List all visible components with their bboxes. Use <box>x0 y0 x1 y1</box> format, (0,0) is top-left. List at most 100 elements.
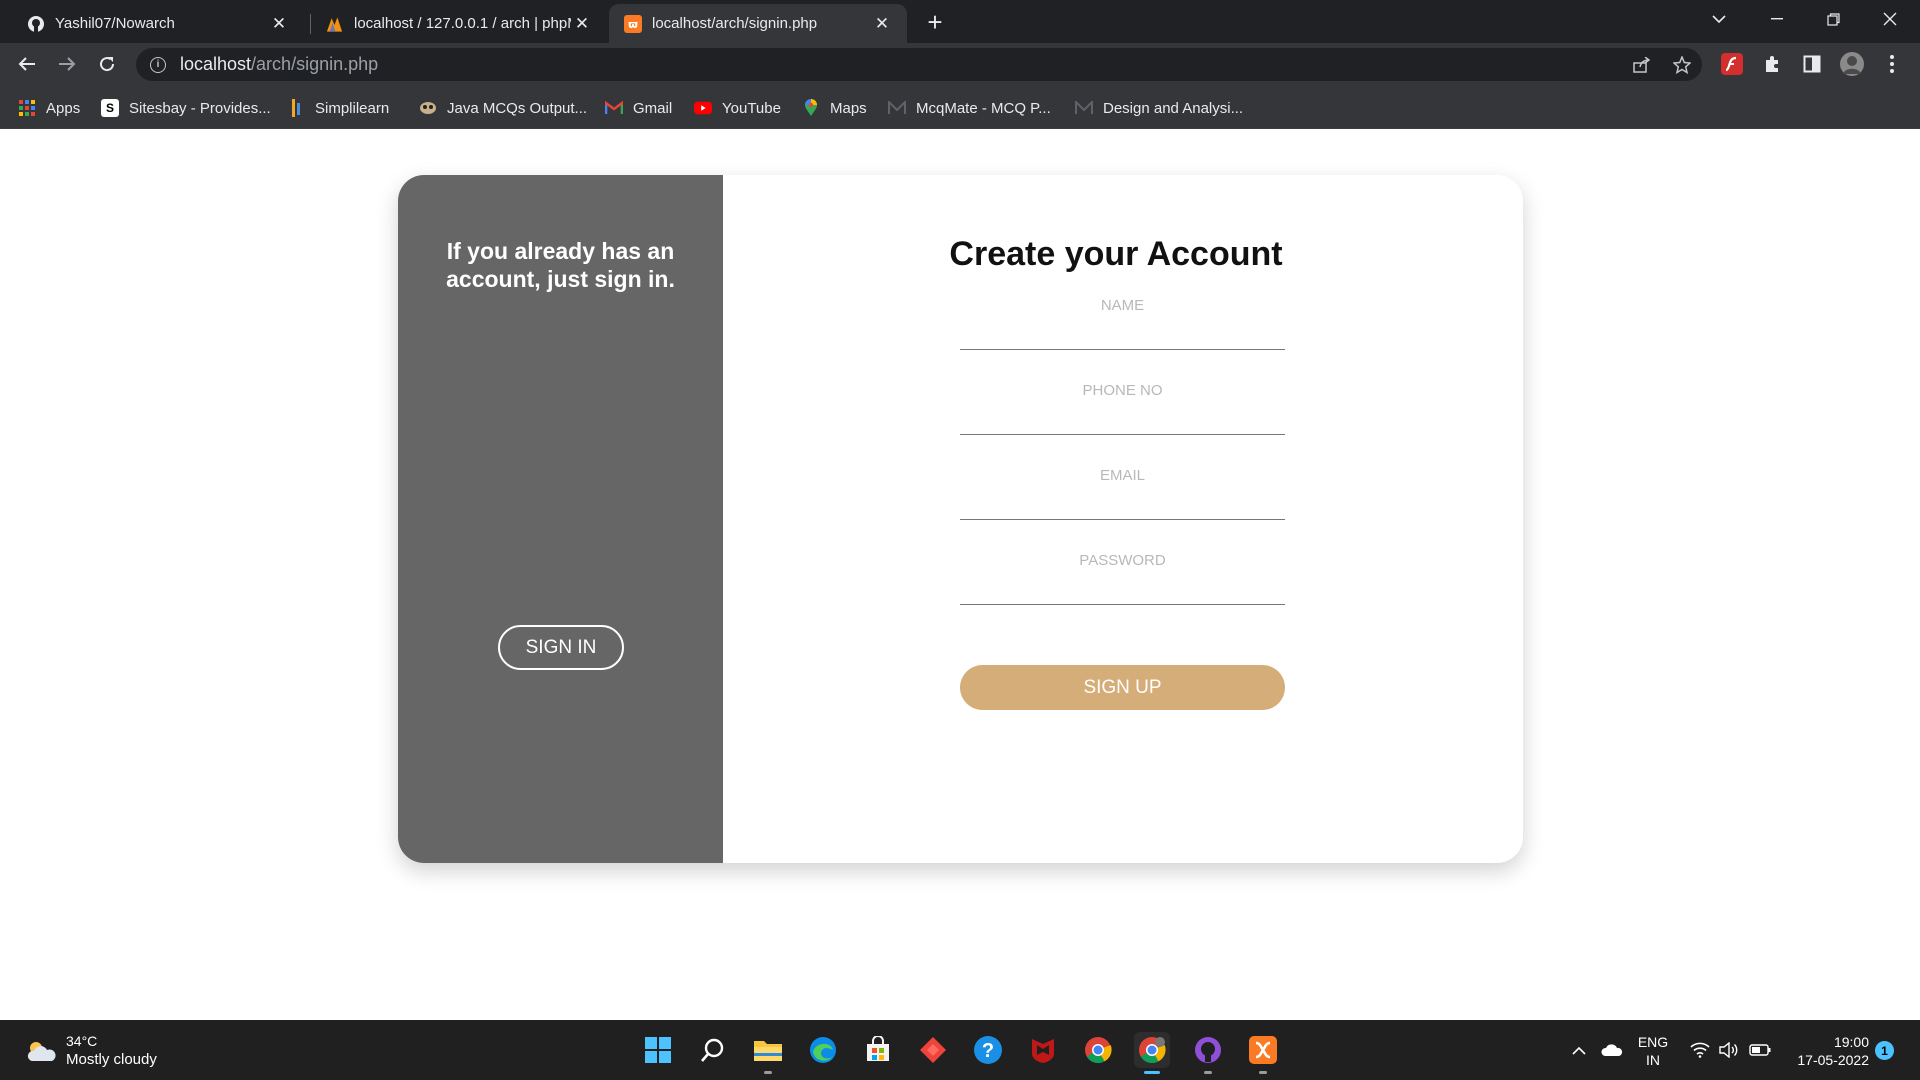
language-indicator[interactable]: ENG IN <box>1636 1033 1670 1069</box>
tab-phpmyadmin[interactable]: localhost / 127.0.0.1 / arch | phpM ✕ <box>311 4 607 43</box>
flash-extension-icon[interactable] <box>1719 51 1745 77</box>
phone-field[interactable] <box>960 377 1285 435</box>
bookmark-maps[interactable]: Maps <box>802 97 867 119</box>
running-indicator <box>764 1071 772 1074</box>
forward-arrow-icon[interactable] <box>52 49 82 79</box>
signup-button[interactable]: SIGN UP <box>960 665 1285 710</box>
phone-input[interactable] <box>960 377 1285 434</box>
cloud-sun-icon <box>26 1039 56 1063</box>
apps-grid-icon <box>18 99 36 117</box>
xampp-icon[interactable] <box>1245 1032 1281 1074</box>
mcqmate-icon <box>1075 99 1093 117</box>
bookmark-youtube[interactable]: YouTube <box>694 97 781 119</box>
signin-button[interactable]: SIGN IN <box>498 625 624 670</box>
bookmark-label: Java MCQs Output... <box>447 99 588 117</box>
name-input[interactable] <box>960 292 1285 349</box>
bookmark-star-icon[interactable] <box>1667 48 1697 81</box>
weather-widget[interactable]: 34°C Mostly cloudy <box>26 1032 157 1069</box>
region-code: IN <box>1646 1052 1660 1068</box>
github-desktop-icon[interactable] <box>1190 1032 1226 1074</box>
wifi-icon[interactable] <box>1688 1020 1712 1080</box>
clock-date: 17-05-2022 <box>1797 1052 1869 1068</box>
xampp-icon: ϖ <box>623 14 642 33</box>
maps-icon <box>802 99 820 117</box>
name-field[interactable] <box>960 292 1285 350</box>
notification-badge[interactable]: 1 <box>1875 1041 1894 1060</box>
bookmark-apps[interactable]: Apps <box>18 97 80 119</box>
bookmark-design-analysis[interactable]: Design and Analysi... <box>1075 97 1243 119</box>
svg-text:?: ? <box>982 1040 994 1062</box>
svg-text:ϖ: ϖ <box>628 18 638 31</box>
tab-github[interactable]: Yashil07/Nowarch ✕ <box>12 4 304 43</box>
tab-title: localhost/arch/signin.php <box>652 15 818 32</box>
bookmark-simplilearn[interactable]: Simplilearn <box>287 97 389 119</box>
extensions-puzzle-icon[interactable] <box>1759 51 1785 77</box>
address-bar[interactable]: i localhost /arch/signin.php <box>136 48 1702 81</box>
bookmark-mcqmate[interactable]: McqMate - MCQ P... <box>888 97 1051 119</box>
address-host: localhost <box>180 54 252 74</box>
email-field[interactable] <box>960 462 1285 520</box>
bookmark-label: Design and Analysi... <box>1103 99 1244 117</box>
side-panel-icon[interactable] <box>1799 51 1825 77</box>
restore-icon[interactable] <box>1805 0 1861 38</box>
volume-icon[interactable] <box>1717 1020 1741 1080</box>
onedrive-cloud-icon[interactable] <box>1598 1020 1626 1080</box>
weather-temp: 34°C <box>66 1033 98 1049</box>
search-icon[interactable] <box>695 1032 731 1068</box>
minimize-icon[interactable] <box>1749 0 1805 38</box>
help-icon[interactable]: ? <box>970 1032 1006 1068</box>
tab-signin[interactable]: ϖ localhost/arch/signin.php ✕ <box>609 4 907 43</box>
bookmark-label: McqMate - MCQ P... <box>916 99 1051 117</box>
sitesbay-icon: S <box>101 99 119 117</box>
bookmark-java-mcq[interactable]: Java MCQs Output... <box>419 97 587 119</box>
anydesk-icon[interactable] <box>915 1032 951 1068</box>
mcafee-icon[interactable] <box>1025 1032 1061 1068</box>
tab-search-chevron-icon[interactable] <box>1691 0 1747 38</box>
bookmark-label: Gmail <box>633 99 673 117</box>
chrome-profile-icon[interactable] <box>1134 1032 1170 1074</box>
store-icon[interactable] <box>860 1032 896 1068</box>
tab-title: localhost / 127.0.0.1 / arch | phpM <box>354 15 571 32</box>
bookmark-label: Simplilearn <box>315 99 390 117</box>
reload-icon[interactable] <box>92 49 122 79</box>
java-mcq-icon <box>419 99 437 117</box>
close-tab-icon[interactable]: ✕ <box>268 13 290 35</box>
password-input[interactable] <box>960 547 1285 604</box>
phpmyadmin-icon <box>325 14 344 33</box>
edge-icon[interactable] <box>805 1032 841 1068</box>
password-field[interactable] <box>960 547 1285 605</box>
email-input[interactable] <box>960 462 1285 519</box>
github-icon <box>26 14 45 33</box>
close-window-icon[interactable] <box>1862 0 1918 38</box>
profile-avatar[interactable] <box>1839 51 1865 77</box>
taskbar: 34°C Mostly cloudy ? ENG IN 19:00 17-05-… <box>0 1020 1920 1080</box>
close-tab-icon[interactable]: ✕ <box>871 13 893 35</box>
close-tab-icon[interactable]: ✕ <box>571 13 593 35</box>
chevron-up-icon[interactable] <box>1568 1020 1590 1080</box>
chrome-menu-icon[interactable] <box>1879 51 1905 77</box>
bookmark-gmail[interactable]: Gmail <box>605 97 672 119</box>
bookmark-label: Maps <box>830 99 867 117</box>
tab-title: Yashil07/Nowarch <box>55 15 175 32</box>
share-icon[interactable] <box>1627 48 1657 81</box>
back-arrow-icon[interactable] <box>12 49 42 79</box>
bookmark-sitesbay[interactable]: S Sitesbay - Provides... <box>101 97 271 119</box>
chrome-icon[interactable] <box>1080 1032 1116 1068</box>
bookmarks-bar: Apps S Sitesbay - Provides... Simplilear… <box>0 86 1920 129</box>
tab-strip: Yashil07/Nowarch ✕ localhost / 127.0.0.1… <box>0 0 1920 43</box>
signin-prompt: If you already has an account, just sign… <box>446 238 675 292</box>
running-indicator <box>1144 1071 1160 1074</box>
site-info-icon[interactable]: i <box>150 56 166 73</box>
simplilearn-icon <box>287 99 305 117</box>
browser-toolbar: i localhost /arch/signin.php <box>0 43 1920 86</box>
bookmark-label: Apps <box>46 99 81 117</box>
windows-start-icon[interactable] <box>640 1032 676 1068</box>
battery-icon[interactable] <box>1747 1020 1773 1080</box>
signup-card: If you already has an account, just sign… <box>398 175 1523 863</box>
running-indicator <box>1204 1071 1212 1074</box>
system-clock[interactable]: 19:00 17-05-2022 <box>1785 1033 1869 1069</box>
file-explorer-icon[interactable] <box>750 1032 786 1074</box>
new-tab-button[interactable]: + <box>921 7 949 37</box>
page-content: If you already has an account, just sign… <box>0 129 1920 1020</box>
weather-condition: Mostly cloudy <box>66 1051 157 1068</box>
